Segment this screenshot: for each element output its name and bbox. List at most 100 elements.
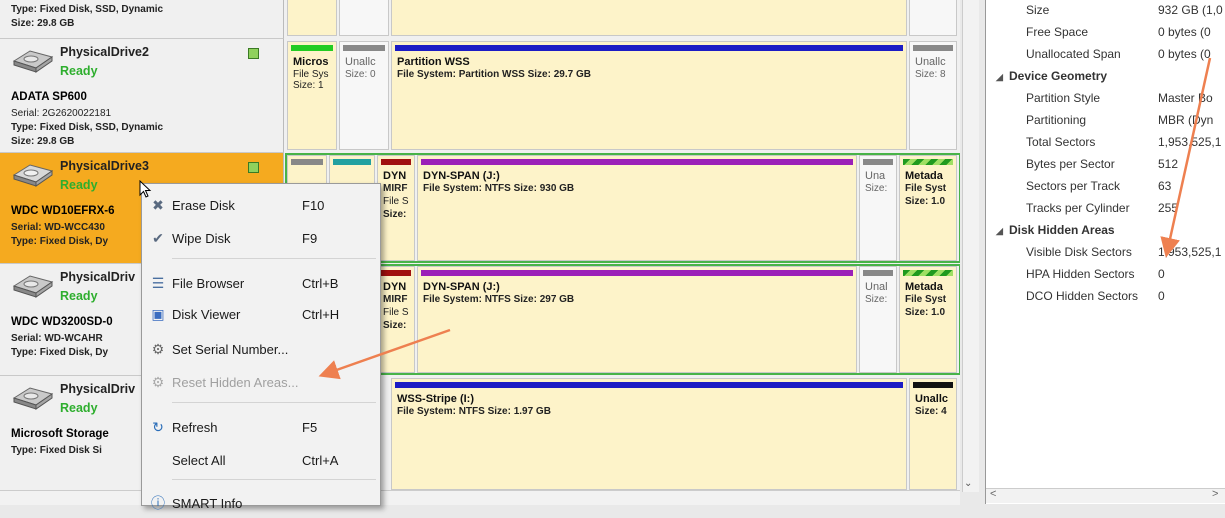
properties-pane: Size 932 GB (1,0 Free Space 0 bytes (0 Unall… [985,0,1225,504]
file-browser-icon: ☰ [151,275,165,291]
menu-item-set-serial-number[interactable]: ⚙ Set Serial Number... [142,334,380,364]
menu-item-shortcut: F5 [302,420,318,435]
partition-title: Partition WSS [397,56,470,68]
property-row[interactable]: Free Space 0 bytes (0 [986,25,1225,47]
disk-state-icon [248,162,259,173]
drive-type: Type: Fixed Disk Si [11,445,102,456]
dynamic-disk-frame [285,264,960,375]
menu-item-label: Refresh [172,420,218,435]
menu-item-label: Disk Viewer [172,307,241,322]
property-key: DCO Hidden Sectors [1026,289,1139,303]
property-row[interactable]: Tracks per Cylinder 255 [986,201,1225,223]
property-value: 0 bytes (0 [1158,25,1211,39]
drive-serial: Serial: 2G2620022181 [11,108,112,119]
drive-status: Ready [60,64,98,78]
property-value: 1,953,525,1 [1158,245,1222,259]
partition-color-bar [395,382,903,388]
property-value: MBR (Dyn [1158,113,1214,127]
partition-block[interactable]: WSS-Stripe (I:) File System: NTFS Size: … [391,378,907,490]
drive-info-panel[interactable]: PhysicalDrive2 Ready ADATA SP600 Serial:… [0,39,284,153]
partition-title: Unallc [915,56,946,68]
property-value: 0 bytes (0 [1158,47,1211,61]
scroll-left-arrow-icon[interactable]: < [990,488,996,500]
drive-name: PhysicalDrive3 [60,159,149,173]
partition-block-unallocated[interactable]: Unallc Size: 0 [339,41,389,150]
properties-hscrollbar[interactable] [986,488,1225,503]
menu-item-shortcut: Ctrl+A [302,453,339,468]
partition-block[interactable] [909,0,957,36]
partition-line: File Sys [293,69,329,80]
drive-status: Ready [60,178,98,192]
partition-block-unallocated[interactable]: Unallc Size: 4 [909,378,957,490]
menu-item-label: File Browser [172,276,245,291]
partition-block[interactable]: Micros File Sys Size: 1 [287,41,337,150]
property-value: 932 GB (1,0 [1158,3,1223,17]
property-row[interactable]: Partitioning MBR (Dyn [986,113,1225,135]
property-row[interactable]: Sectors per Track 63 [986,179,1225,201]
partition-color-bar [395,45,903,51]
drive-type: Type: Fixed Disk, Dy [11,347,109,358]
menu-item-wipe-disk[interactable]: ✔ Wipe Disk F9 [142,223,380,253]
drive-model: Microsoft Storage [11,428,109,440]
menu-item-smart-info[interactable]: ⓘ SMART Info [142,488,380,518]
partition-color-bar [913,382,953,388]
property-category[interactable]: ◢ Device Geometry [986,69,1225,91]
property-row[interactable]: HPA Hidden Sectors 0 [986,267,1225,289]
menu-item-refresh[interactable]: ↻ Refresh F5 [142,412,380,442]
drive-info-panel[interactable]: Type: Fixed Disk, SSD, Dynamic Size: 29.… [0,0,284,39]
property-key: Unallocated Span [1026,47,1121,61]
property-row[interactable]: Partition Style Master Bo [986,91,1225,113]
disk-list-scrollbar[interactable] [962,0,979,492]
partition-block[interactable] [287,0,337,36]
property-category[interactable]: ◢ Disk Hidden Areas [986,223,1225,245]
drive-row-physicaldrive2[interactable]: PhysicalDrive2 Ready ADATA SP600 Serial:… [0,39,960,153]
menu-item-label: Set Serial Number... [172,342,289,357]
partition-line: Size: 4 [915,406,947,417]
drive-name: PhysicalDrive2 [60,45,149,59]
menu-item-erase-disk[interactable]: ✖ Erase Disk F10 [142,190,380,220]
hard-disk-icon [12,275,54,298]
partition-color-bar [343,45,385,51]
wipe-disk-icon: ✔ [152,230,164,246]
property-value: 1,953,525,1 [1158,135,1222,149]
drive-status: Ready [60,401,98,415]
menu-separator [172,258,376,259]
property-value: 255 [1158,201,1179,215]
drive-row-1[interactable]: Type: Fixed Disk, SSD, Dynamic Size: 29.… [0,0,960,39]
menu-item-disk-viewer[interactable]: ▣ Disk Viewer Ctrl+H [142,299,380,329]
menu-item-label: Wipe Disk [172,231,231,246]
serial-number-icon: ⚙ [151,341,165,357]
property-row[interactable]: Unallocated Span 0 bytes (0 [986,47,1225,69]
property-key: HPA Hidden Sectors [1026,267,1135,281]
partition-strip: DYN MIRF File S Size: DYN-SPAN (J:) File… [285,264,960,375]
property-row[interactable]: Bytes per Sector 512 [986,157,1225,179]
menu-item-file-browser[interactable]: ☰ File Browser Ctrl+B [142,268,380,298]
property-key: Total Sectors [1026,135,1096,149]
partition-title: Unallc [345,56,376,68]
property-category-label: ◢ Device Geometry [996,69,1108,83]
scroll-down-arrow-icon[interactable]: ⌄ [964,478,972,489]
collapse-triangle-icon[interactable]: ◢ [996,72,1004,83]
partition-color-bar [291,45,333,51]
dynamic-disk-frame [285,153,960,263]
partition-line: Size: 0 [345,69,376,80]
drive-model: WDC WD10EFRX-6 [11,205,115,217]
drive-name: PhysicalDriv [60,382,136,396]
menu-item-reset-hidden-areas[interactable]: ⚙ Reset Hidden Areas... [142,367,380,397]
partition-block[interactable] [391,0,907,36]
property-value: Master Bo [1158,91,1213,105]
collapse-triangle-icon[interactable]: ◢ [996,226,1004,237]
mouse-cursor-icon [139,180,152,198]
property-row[interactable]: Size 932 GB (1,0 [986,3,1225,25]
partition-block-unallocated[interactable]: Unallc Size: 8 [909,41,957,150]
menu-item-select-all[interactable]: Select All Ctrl+A [142,445,380,475]
property-row[interactable]: Total Sectors 1,953,525,1 [986,135,1225,157]
partition-strip: WSS-Stripe (I:) File System: NTFS Size: … [285,376,960,492]
partition-block[interactable]: Partition WSS File System: Partition WSS… [391,41,907,150]
property-row[interactable]: Visible Disk Sectors 1,953,525,1 [986,245,1225,267]
property-row[interactable]: DCO Hidden Sectors 0 [986,289,1225,311]
reset-hidden-icon: ⚙ [151,374,165,390]
scroll-right-arrow-icon[interactable]: > [1212,488,1218,500]
partition-block[interactable] [339,0,389,36]
drive-model: WDC WD3200SD-0 [11,316,113,328]
